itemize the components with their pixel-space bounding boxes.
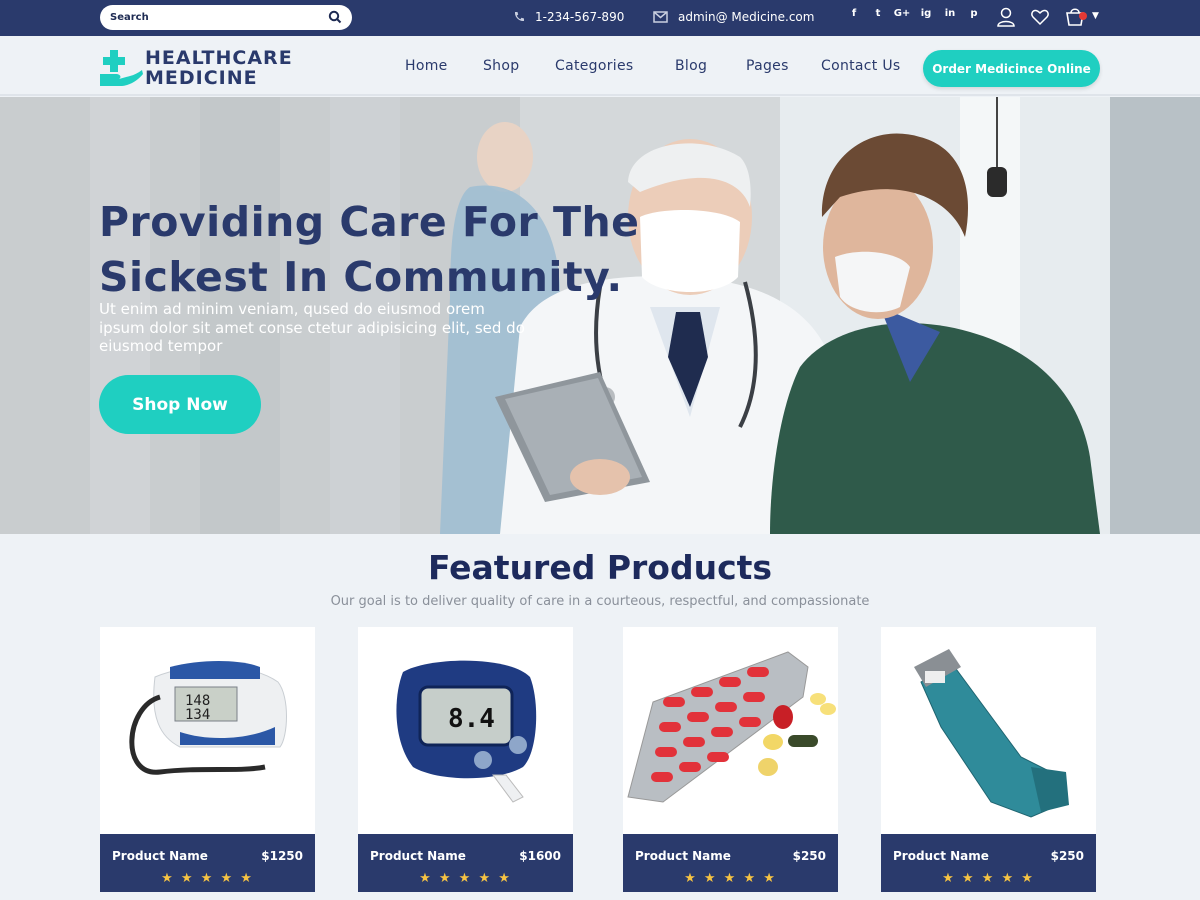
email-address: admin@ Medicine.com bbox=[678, 10, 815, 24]
cart-button[interactable] bbox=[1064, 6, 1087, 32]
shop-now-button[interactable]: Shop Now bbox=[99, 375, 261, 434]
brand-line-2: MEDICINE bbox=[145, 67, 258, 89]
product-card[interactable]: 8.4 Product Name $1600 ★ ★ ★ ★ ★ bbox=[358, 627, 573, 892]
twitter-icon[interactable]: t bbox=[866, 8, 890, 19]
nav-home[interactable]: Home bbox=[405, 58, 448, 74]
svg-text:8.4: 8.4 bbox=[448, 704, 495, 734]
order-medicine-button[interactable]: Order Medicince Online bbox=[923, 50, 1100, 87]
product-name[interactable]: Product Name bbox=[893, 849, 989, 863]
top-bar: 1-234-567-890 admin@ Medicine.com f t G+… bbox=[0, 0, 1200, 36]
hero-title: Providing Care For The Sickest In Commun… bbox=[99, 198, 640, 301]
product-card[interactable]: Product Name $250 ★ ★ ★ ★ ★ bbox=[623, 627, 838, 892]
capsule-blister-pack-image bbox=[627, 651, 836, 803]
product-name[interactable]: Product Name bbox=[635, 849, 731, 863]
product-card[interactable]: Product Name $250 ★ ★ ★ ★ ★ bbox=[881, 627, 1096, 892]
star-rating: ★ ★ ★ ★ ★ bbox=[419, 871, 512, 886]
logo-icon[interactable] bbox=[100, 50, 144, 88]
star-rating: ★ ★ ★ ★ ★ bbox=[942, 871, 1035, 886]
nav-shop[interactable]: Shop bbox=[483, 58, 519, 74]
product-card[interactable]: 148 134 Product Name $1250 ★ ★ ★ ★ ★ bbox=[100, 627, 315, 892]
glucose-meter-image: 8.4 bbox=[396, 660, 537, 803]
search-input[interactable] bbox=[110, 9, 310, 26]
product-price: $1600 bbox=[519, 849, 561, 863]
product-footer: Product Name $250 ★ ★ ★ ★ ★ bbox=[881, 834, 1096, 892]
instagram-icon[interactable]: ig bbox=[914, 8, 938, 19]
linkedin-icon[interactable]: in bbox=[938, 8, 962, 19]
main-navbar: HEALTHCARE MEDICINE Home Shop Categories… bbox=[0, 36, 1200, 96]
product-price: $250 bbox=[792, 849, 826, 863]
mail-icon bbox=[653, 11, 668, 23]
svg-text:134: 134 bbox=[185, 707, 210, 723]
blood-pressure-monitor-image: 148 134 bbox=[129, 661, 287, 775]
facebook-icon[interactable]: f bbox=[842, 8, 866, 19]
product-footer: Product Name $1600 ★ ★ ★ ★ ★ bbox=[358, 834, 573, 892]
inhaler-image bbox=[914, 649, 1069, 818]
featured-subtitle: Our goal is to deliver quality of care i… bbox=[330, 594, 870, 609]
search-box[interactable] bbox=[100, 5, 352, 30]
search-icon[interactable] bbox=[328, 10, 342, 24]
cart-badge bbox=[1079, 12, 1087, 20]
account-icons bbox=[996, 6, 1100, 32]
star-rating: ★ ★ ★ ★ ★ bbox=[684, 871, 777, 886]
user-icon[interactable] bbox=[996, 6, 1016, 28]
nav-categories[interactable]: Categories bbox=[555, 58, 633, 74]
nav-pages[interactable]: Pages bbox=[746, 58, 789, 74]
phone-number: 1-234-567-890 bbox=[535, 10, 625, 24]
hero-banner: Providing Care For The Sickest In Commun… bbox=[0, 97, 1200, 534]
google-plus-icon[interactable]: G+ bbox=[890, 8, 914, 19]
heart-icon[interactable] bbox=[1030, 6, 1050, 28]
product-price: $250 bbox=[1050, 849, 1084, 863]
chevron-down-icon[interactable]: ▼ bbox=[1092, 11, 1099, 21]
product-price: $1250 bbox=[261, 849, 303, 863]
featured-title: Featured Products bbox=[427, 548, 773, 587]
hero-description: Ut enim ad minim veniam, qused do eiusmo… bbox=[99, 300, 525, 355]
social-links: f t G+ ig in p bbox=[842, 8, 986, 19]
nav-blog[interactable]: Blog bbox=[675, 58, 707, 74]
product-name[interactable]: Product Name bbox=[370, 849, 466, 863]
phone-icon bbox=[514, 12, 524, 22]
star-rating: ★ ★ ★ ★ ★ bbox=[161, 871, 254, 886]
product-name[interactable]: Product Name bbox=[112, 849, 208, 863]
nav-contact-us[interactable]: Contact Us bbox=[821, 58, 900, 74]
email-contact[interactable]: admin@ Medicine.com bbox=[653, 8, 814, 26]
brand-line-1: HEALTHCARE bbox=[145, 47, 293, 69]
brand-name[interactable]: HEALTHCARE MEDICINE bbox=[145, 48, 293, 88]
product-footer: Product Name $250 ★ ★ ★ ★ ★ bbox=[623, 834, 838, 892]
product-footer: Product Name $1250 ★ ★ ★ ★ ★ bbox=[100, 834, 315, 892]
phone-contact[interactable]: 1-234-567-890 bbox=[513, 8, 624, 26]
pinterest-icon[interactable]: p bbox=[962, 8, 986, 19]
